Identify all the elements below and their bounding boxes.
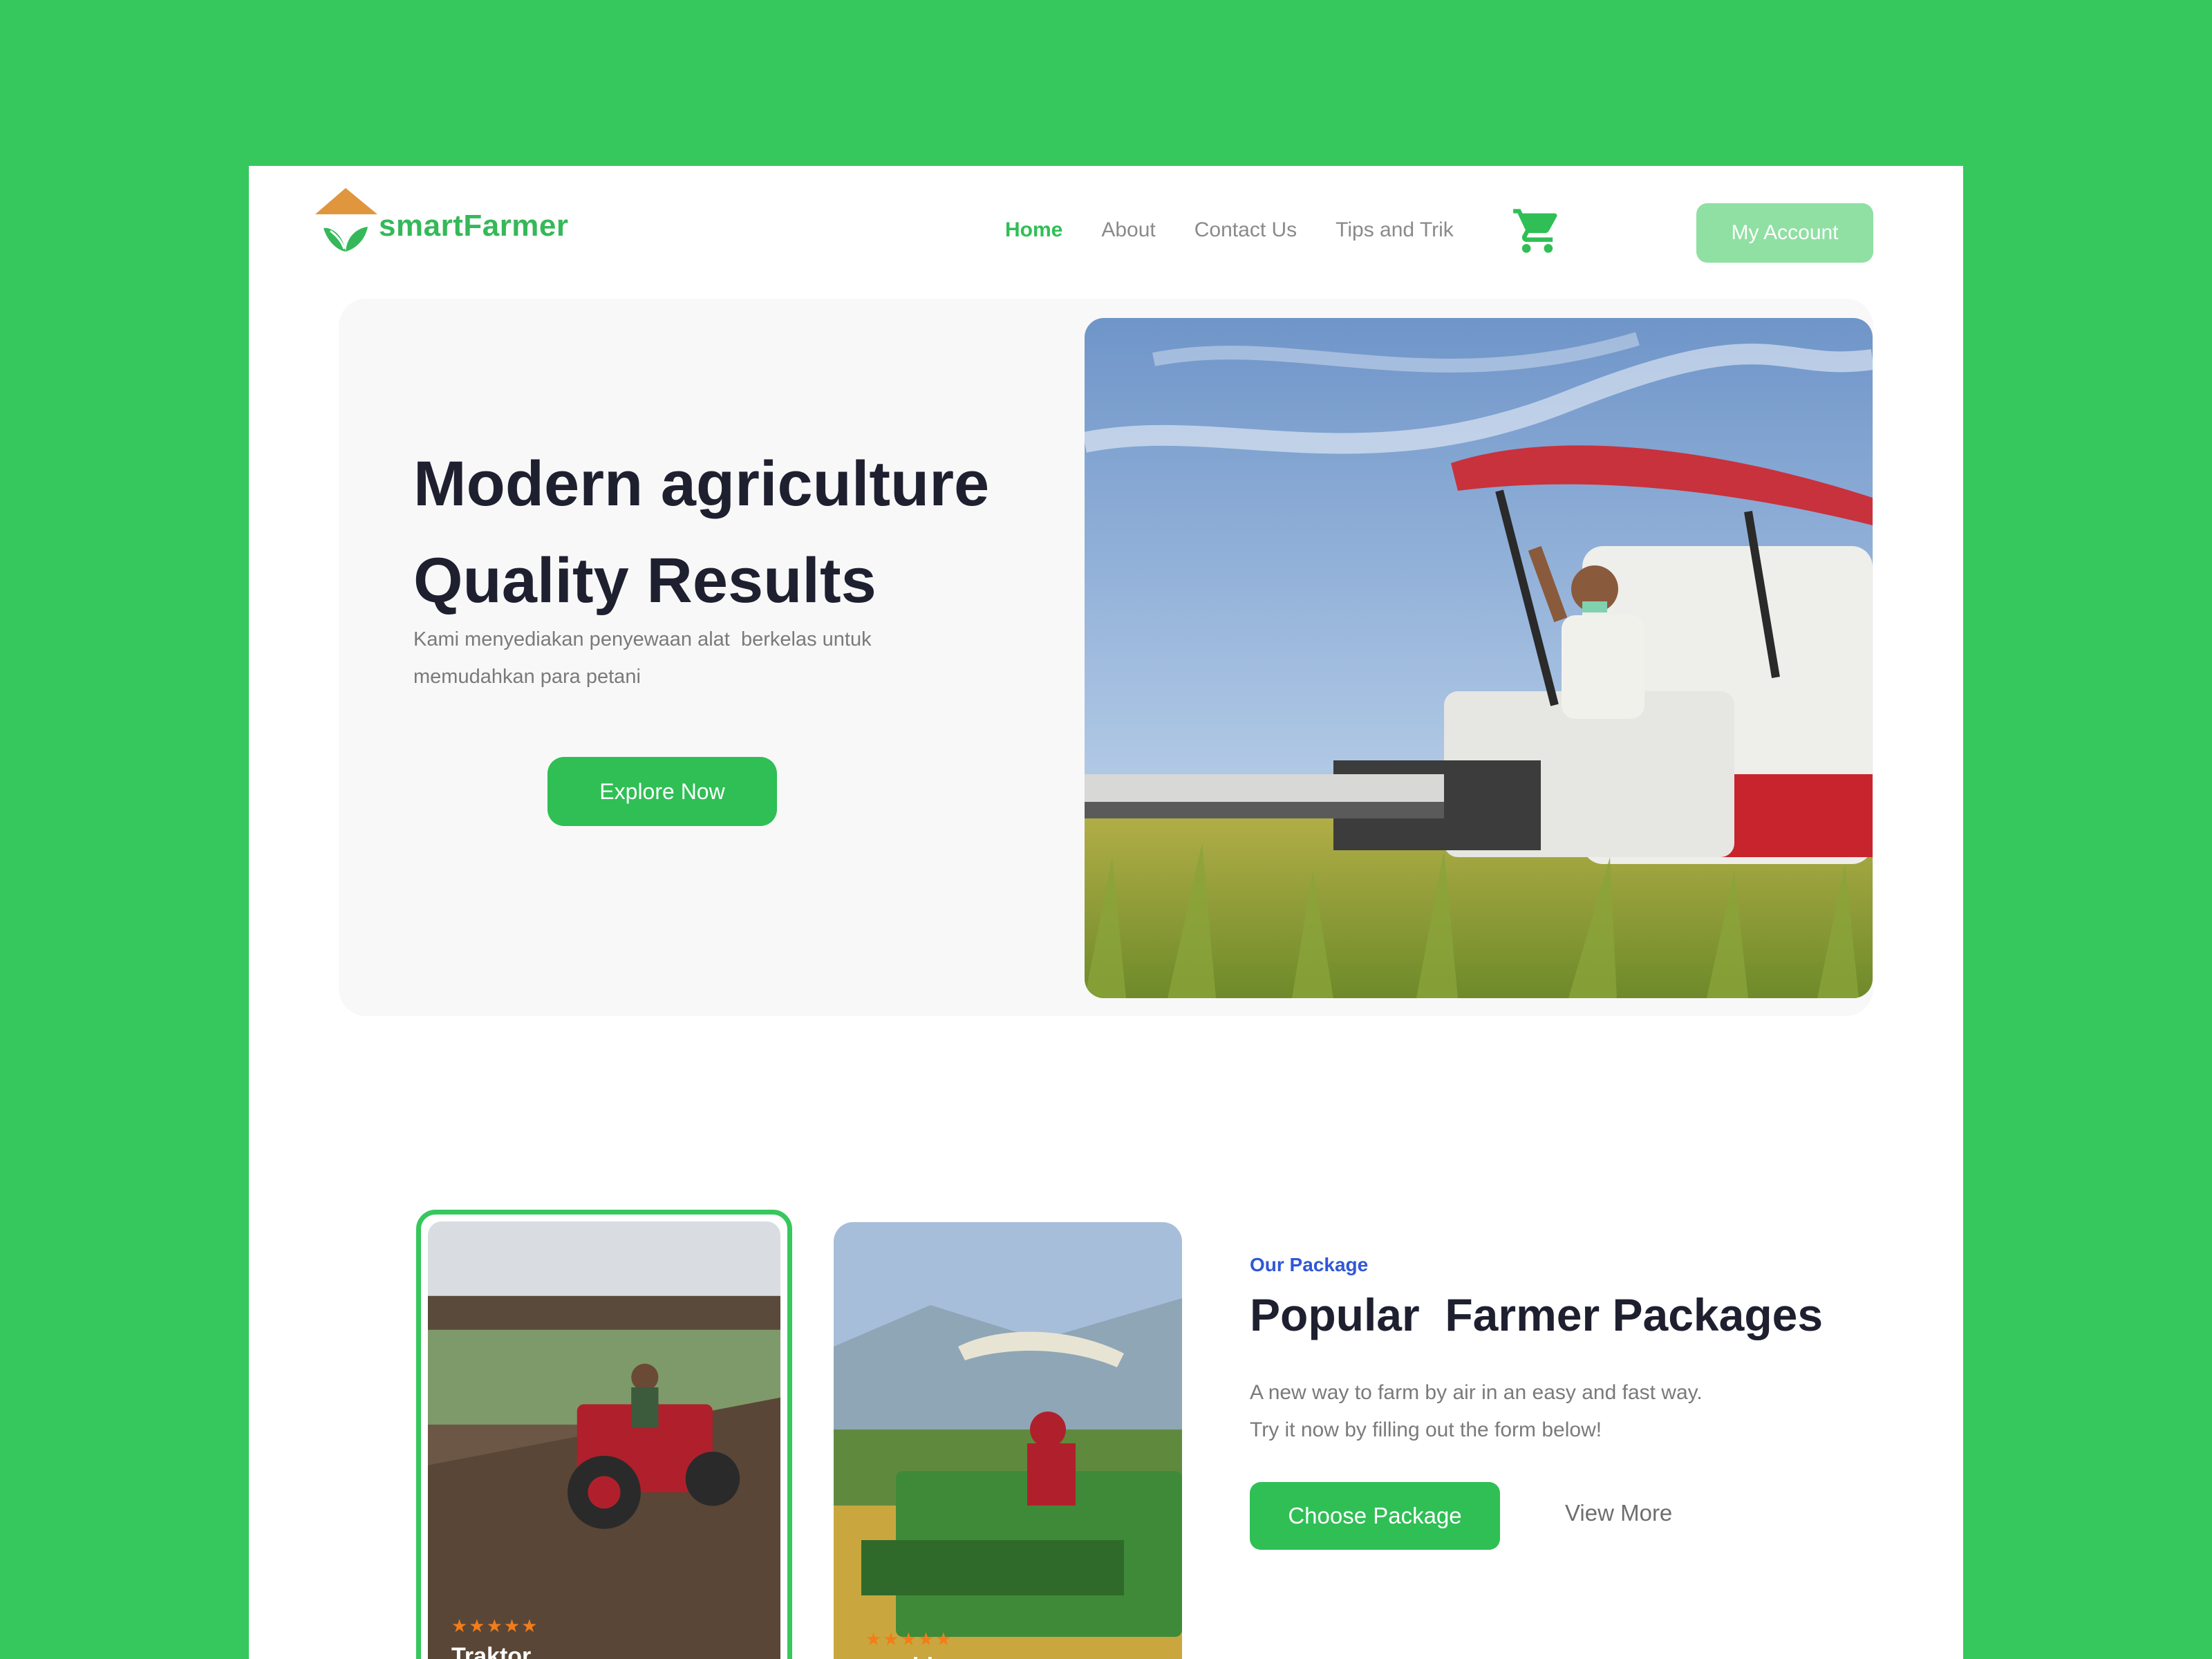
- brand-logo[interactable]: smartFarmer: [310, 185, 600, 261]
- page-frame: smartFarmer Home About Contact Us Tips a…: [249, 166, 1963, 1659]
- hero-title: Modern agriculture Quality Results: [413, 435, 1105, 629]
- package-card-combi[interactable]: ★★★★★ na combi: [834, 1222, 1182, 1659]
- traktor-photo: [428, 1221, 780, 1659]
- hero-subtitle-line1: Kami menyediakan penyewaan alat berkelas…: [413, 628, 872, 650]
- view-more-link[interactable]: View More: [1565, 1500, 1672, 1526]
- combi-label: combi: [864, 1653, 933, 1659]
- nav-item-contact[interactable]: Contact Us: [1194, 218, 1297, 242]
- package-card-traktor[interactable]: ★★★★★ Traktor: [416, 1210, 792, 1659]
- choose-package-button[interactable]: Choose Package: [1250, 1482, 1500, 1550]
- packages-description: A new way to farm by air in an easy and …: [1250, 1374, 1872, 1449]
- hero-subtitle: Kami menyediakan penyewaan alat berkelas…: [413, 621, 980, 695]
- combi-photo: [834, 1222, 1182, 1659]
- traktor-rating-stars: ★★★★★: [451, 1615, 539, 1636]
- hero-harvester-photo: [1085, 318, 1873, 998]
- nav-item-tips[interactable]: Tips and Trik: [1335, 218, 1454, 242]
- my-account-button[interactable]: My Account: [1696, 203, 1873, 263]
- packages-desc-line2: Try it now by filling out the form below…: [1250, 1418, 1602, 1441]
- main-nav: Home About Contact Us Tips and Trik: [1005, 218, 1454, 242]
- hero-title-line1: Modern agriculture: [413, 449, 990, 519]
- logo-icon: [315, 188, 377, 252]
- traktor-photo-container: [428, 1221, 780, 1659]
- nav-item-home[interactable]: Home: [1005, 218, 1062, 242]
- packages-title: Popular Farmer Packages: [1250, 1289, 1824, 1340]
- combi-rating-stars: ★★★★★: [865, 1629, 953, 1649]
- explore-now-button[interactable]: Explore Now: [547, 757, 777, 826]
- traktor-label: Traktor: [451, 1643, 532, 1659]
- packages-desc-line1: A new way to farm by air in an easy and …: [1250, 1381, 1703, 1404]
- hero-title-line2: Quality Results: [413, 545, 877, 616]
- brand-name: smartFarmer: [379, 209, 569, 243]
- combi-label-prefix: na: [834, 1656, 855, 1659]
- hero-subtitle-line2: memudahkan para petani: [413, 666, 641, 688]
- packages-eyebrow: Our Package: [1250, 1254, 1369, 1275]
- cart-icon[interactable]: [1511, 205, 1564, 257]
- nav-item-about[interactable]: About: [1101, 218, 1155, 242]
